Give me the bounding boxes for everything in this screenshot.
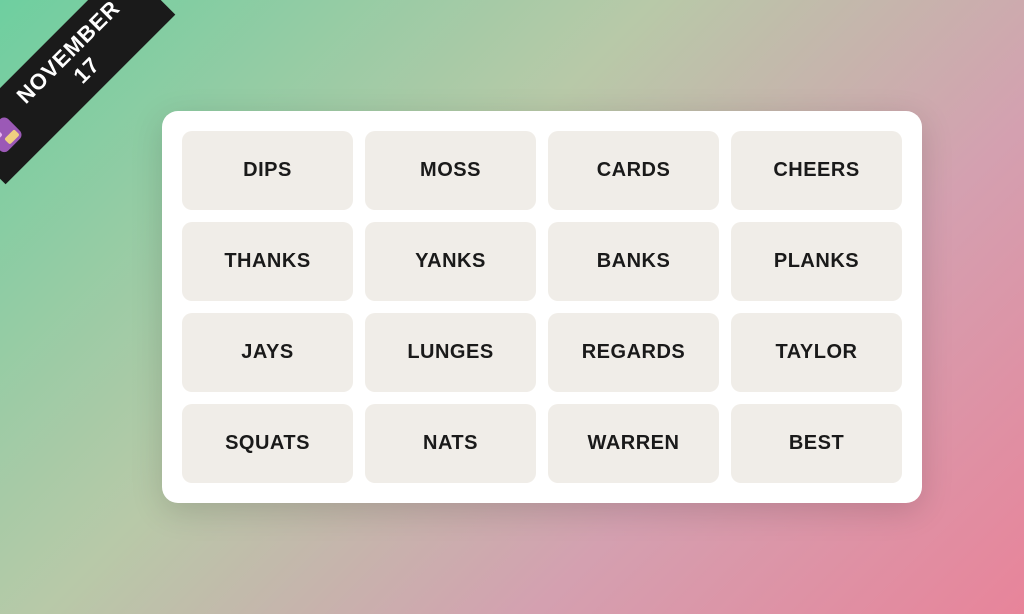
word-card-best[interactable]: BEST [731,404,902,483]
word-label-lunges: LUNGES [407,341,493,364]
word-card-cheers[interactable]: CHEERS [731,131,902,210]
word-label-cards: CARDS [597,159,671,182]
word-label-moss: MOSS [420,159,481,182]
word-label-dips: DIPS [243,159,292,182]
word-grid: DIPS MOSS CARDS CHEERS THANKS YANKS BANKS PLANK… [182,131,902,483]
word-card-yanks[interactable]: YANKS [365,222,536,301]
word-card-taylor[interactable]: TAYLOR [731,313,902,392]
word-label-regards: REGARDS [582,341,686,364]
word-label-thanks: THANKS [224,250,310,273]
word-label-jays: JAYS [241,341,293,364]
word-label-taylor: TAYLOR [776,341,858,364]
app-icon [0,115,24,155]
word-card-banks[interactable]: BANKS [548,222,719,301]
word-card-lunges[interactable]: LUNGES [365,313,536,392]
word-card-squats[interactable]: SQUATS [182,404,353,483]
corner-banner: NOVEMBER 17 [0,0,220,220]
word-label-planks: PLANKS [774,250,859,273]
banner-date: NOVEMBER 17 [1,0,154,138]
word-card-moss[interactable]: MOSS [365,131,536,210]
word-label-nats: NATS [423,432,478,455]
word-card-nats[interactable]: NATS [365,404,536,483]
word-card-warren[interactable]: WARREN [548,404,719,483]
word-card-regards[interactable]: REGARDS [548,313,719,392]
word-label-yanks: YANKS [415,250,486,273]
word-card-thanks[interactable]: THANKS [182,222,353,301]
word-label-best: BEST [789,432,844,455]
word-card-jays[interactable]: JAYS [182,313,353,392]
main-card: DIPS MOSS CARDS CHEERS THANKS YANKS BANKS PLANK… [162,111,922,503]
word-label-banks: BANKS [597,250,671,273]
word-label-squats: SQUATS [225,432,310,455]
word-card-planks[interactable]: PLANKS [731,222,902,301]
word-label-warren: WARREN [588,432,680,455]
word-label-cheers: CHEERS [773,159,859,182]
word-card-cards[interactable]: CARDS [548,131,719,210]
